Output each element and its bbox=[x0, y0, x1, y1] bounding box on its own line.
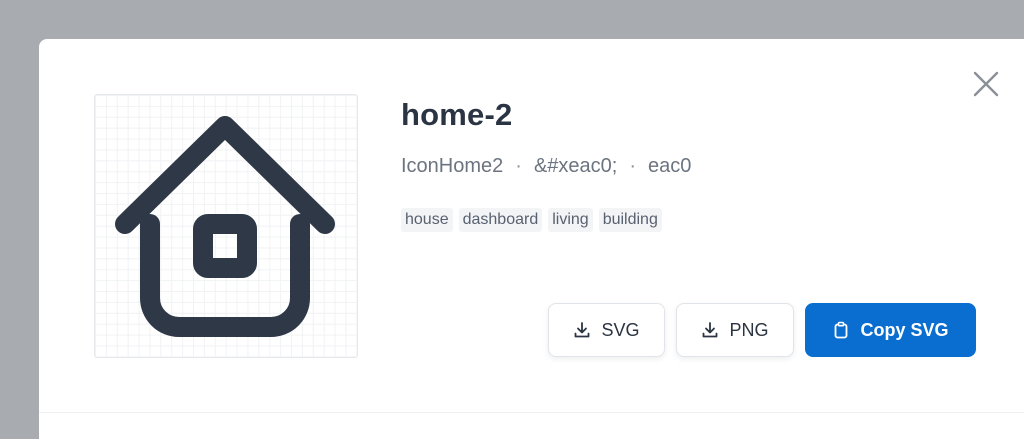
copy-svg-button[interactable]: Copy SVG bbox=[805, 303, 976, 357]
meta-separator: · bbox=[515, 155, 522, 177]
download-icon bbox=[575, 322, 590, 338]
download-png-label: PNG bbox=[729, 319, 769, 340]
component-name[interactable]: IconHome2 bbox=[401, 155, 503, 178]
download-png-button[interactable]: PNG bbox=[676, 303, 794, 357]
footer-divider bbox=[39, 412, 1024, 413]
icon-detail-modal: home-2 IconHome2 · &#xeac0; · eac0 house… bbox=[39, 39, 1024, 439]
icon-meta: IconHome2 · &#xeac0; · eac0 bbox=[401, 155, 691, 178]
tag[interactable]: living bbox=[548, 208, 593, 232]
download-icon bbox=[703, 322, 718, 338]
icon-preview bbox=[94, 94, 358, 358]
tag[interactable]: dashboard bbox=[458, 208, 543, 232]
clipboard-icon bbox=[835, 321, 848, 339]
home-icon bbox=[115, 116, 335, 337]
tag-list: house dashboard living building bbox=[401, 208, 662, 232]
close-icon bbox=[973, 71, 999, 97]
meta-separator: · bbox=[629, 155, 637, 177]
tag[interactable]: building bbox=[598, 208, 662, 232]
tag[interactable]: house bbox=[401, 208, 453, 232]
html-entity[interactable]: &#xeac0; bbox=[534, 155, 617, 178]
download-svg-label: SVG bbox=[601, 319, 640, 340]
copy-svg-label: Copy SVG bbox=[860, 319, 949, 340]
unicode-code[interactable]: eac0 bbox=[648, 155, 691, 178]
download-svg-button[interactable]: SVG bbox=[548, 303, 665, 357]
icon-name: home-2 bbox=[401, 97, 513, 132]
close-button[interactable] bbox=[969, 67, 1003, 101]
